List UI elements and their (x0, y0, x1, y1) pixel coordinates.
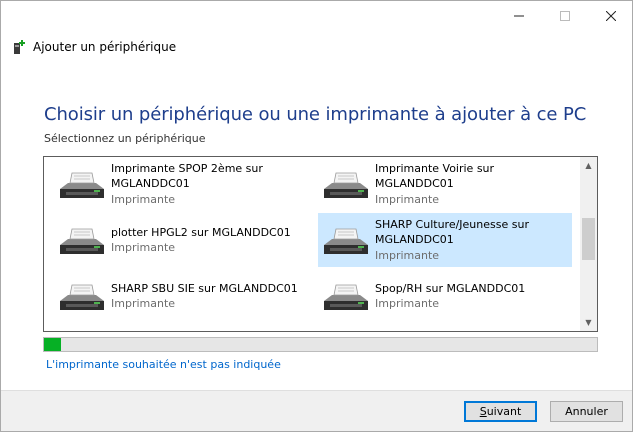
chevron-down-icon: ▼ (585, 318, 592, 327)
close-button[interactable] (588, 1, 632, 31)
device-name-line2: MGLANDDC01 (111, 177, 190, 191)
device-type: Imprimante (375, 248, 440, 262)
device-list[interactable]: Imprimante SPOP 2ème sur MGLANDDC01 Impr… (43, 156, 598, 332)
printer-icon (59, 284, 105, 311)
device-item-selected[interactable]: SHARP Culture/Jeunesse sur MGLANDDC01 Im… (318, 213, 572, 267)
printer-icon (323, 172, 369, 199)
printer-icon (59, 172, 105, 199)
printer-icon (59, 228, 105, 255)
scroll-up-button[interactable]: ▲ (580, 157, 597, 174)
page-subtitle: Sélectionnez un périphérique (44, 132, 206, 145)
page-title: Choisir un périphérique ou une imprimant… (44, 104, 587, 125)
device-type: Imprimante (111, 241, 176, 254)
chevron-up-icon: ▲ (585, 161, 592, 170)
maximize-button (542, 1, 588, 31)
scroll-thumb[interactable] (582, 218, 595, 260)
next-button-label: uivant (486, 405, 522, 418)
title-bar[interactable] (1, 1, 632, 31)
device-name: Imprimante SPOP 2ème sur (111, 161, 263, 175)
progress-fill (44, 338, 61, 351)
button-bar: Suivant Annuler (1, 390, 632, 431)
device-item[interactable]: plotter HPGL2 sur MGLANDDC01 Imprimante (44, 213, 298, 267)
vertical-scrollbar[interactable]: ▲ ▼ (580, 157, 597, 331)
add-device-dialog: Ajouter un périphérique Choisir un périp… (0, 0, 633, 432)
add-device-icon (14, 40, 25, 54)
device-name: SHARP SBU SIE sur MGLANDDC01 (111, 281, 298, 295)
cancel-button[interactable]: Annuler (550, 401, 623, 422)
search-progress-bar (43, 337, 598, 352)
next-button-accesskey: S (479, 405, 487, 418)
device-item[interactable]: Imprimante SPOP 2ème sur MGLANDDC01 Impr… (44, 157, 298, 211)
dialog-title: Ajouter un périphérique (33, 40, 177, 54)
device-type: Imprimante (375, 192, 440, 206)
device-type: Imprimante (111, 297, 176, 310)
device-name: Spop/RH sur MGLANDDC01 (375, 281, 526, 295)
close-icon (606, 11, 616, 21)
wizard-header: Ajouter un périphérique (13, 36, 176, 58)
device-item[interactable]: SHARP SBU SIE sur MGLANDDC01 Imprimante (44, 269, 298, 323)
device-name: plotter HPGL2 sur MGLANDDC01 (111, 225, 291, 239)
minimize-button[interactable] (496, 1, 542, 31)
device-type: Imprimante (375, 297, 440, 310)
device-item[interactable]: Imprimante Voirie sur MGLANDDC01 Imprima… (308, 157, 562, 211)
device-type: Imprimante (111, 192, 176, 206)
device-item[interactable]: Spop/RH sur MGLANDDC01 Imprimante (308, 269, 562, 323)
printer-icon (323, 228, 369, 255)
device-name: Imprimante Voirie sur MGLANDDC01 (375, 161, 495, 191)
device-name: SHARP Culture/Jeunesse sur (375, 217, 529, 231)
scroll-down-button[interactable]: ▼ (580, 314, 597, 331)
minimize-icon (514, 15, 524, 17)
maximize-icon (560, 11, 570, 21)
printer-not-listed-link[interactable]: L'imprimante souhaitée n'est pas indiqué… (46, 358, 281, 371)
printer-icon (323, 284, 369, 311)
device-name-line2: MGLANDDC01 (375, 233, 454, 247)
next-button[interactable]: Suivant (464, 401, 537, 422)
